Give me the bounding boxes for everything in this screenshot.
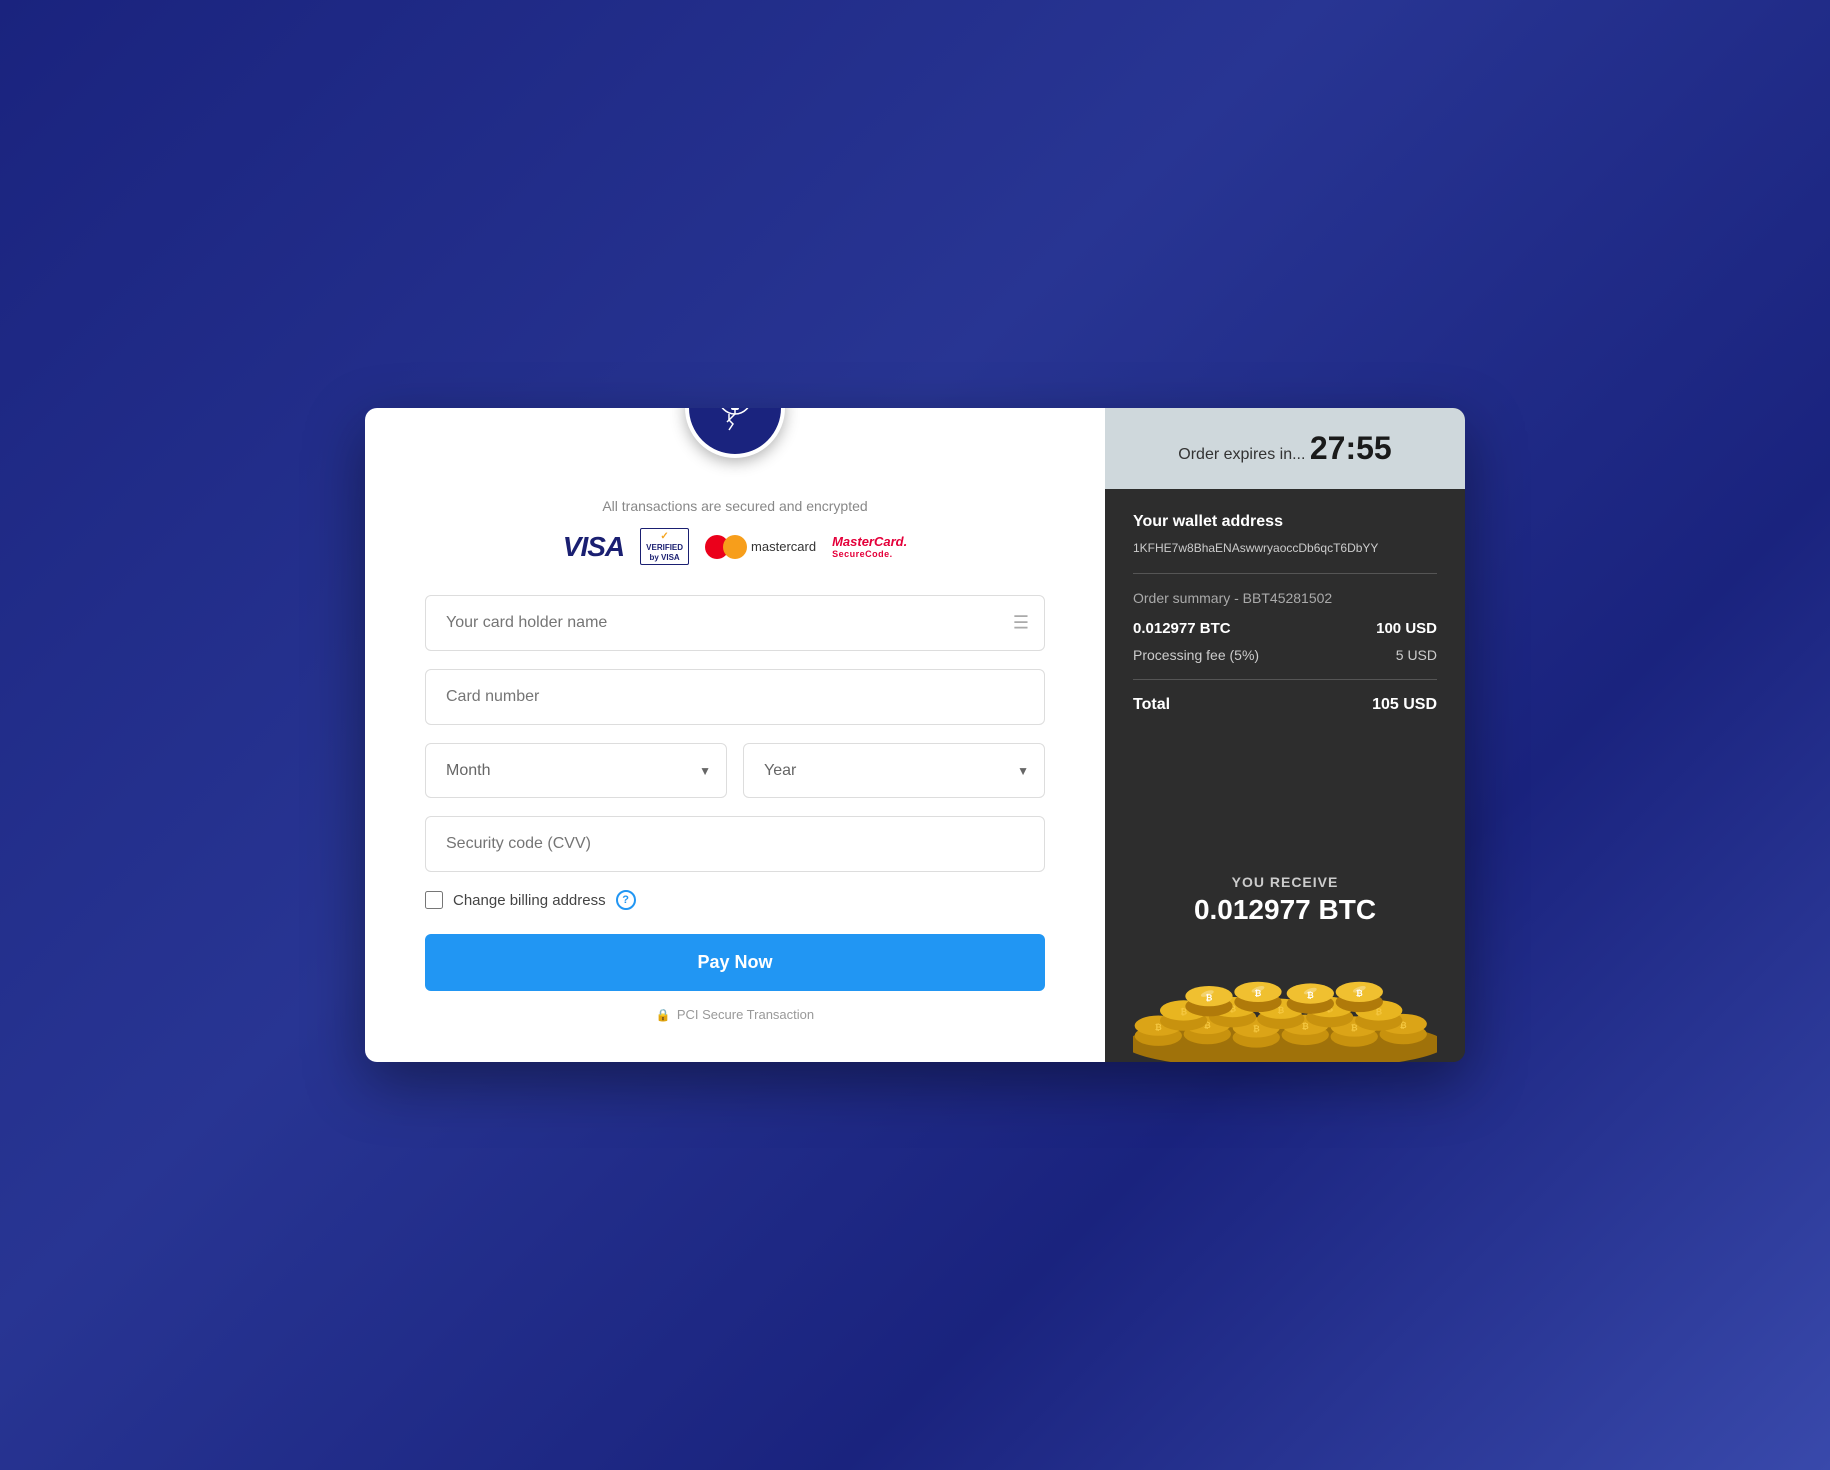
wallet-address: 1KFHE7w8BhaENAswwryaoccDb6qcT6DbYY bbox=[1133, 539, 1437, 557]
billing-label: Change billing address bbox=[453, 892, 606, 909]
svg-text:₿: ₿ bbox=[1253, 1024, 1260, 1034]
mc-orange-circle bbox=[723, 535, 747, 559]
divider-1 bbox=[1133, 573, 1437, 574]
card-id-icon: ☰ bbox=[1013, 613, 1029, 634]
left-panel: All transactions are secured and encrypt… bbox=[365, 408, 1105, 1062]
cvv-group bbox=[425, 816, 1045, 872]
year-wrapper: Year 2024 2025 2026 2027 2028 2029 2030 … bbox=[743, 743, 1045, 798]
fee-value: 5 USD bbox=[1396, 647, 1437, 663]
svg-text:₿: ₿ bbox=[1302, 1021, 1309, 1031]
total-label: Total bbox=[1133, 696, 1170, 714]
fee-label: Processing fee (5%) bbox=[1133, 647, 1259, 663]
cardnumber-input[interactable] bbox=[425, 669, 1045, 725]
btc-usd-value: 100 USD bbox=[1376, 620, 1437, 637]
billing-row: Change billing address ? bbox=[425, 890, 1045, 910]
receive-section: YOU RECEIVE 0.012977 BTC ₿ ₿ bbox=[1105, 854, 1465, 1062]
logo-circle bbox=[685, 408, 785, 458]
mastercard-text: mastercard bbox=[751, 539, 816, 554]
cardholder-input[interactable] bbox=[425, 595, 1045, 651]
pci-label: PCI Secure Transaction bbox=[677, 1007, 814, 1022]
cardholder-input-wrapper: ☰ bbox=[425, 595, 1045, 651]
order-btc-row: 0.012977 BTC 100 USD bbox=[1133, 620, 1437, 637]
receive-label: YOU RECEIVE bbox=[1133, 874, 1437, 890]
coins-svg: ₿ ₿ ₿ ₿ ₿ ₿ bbox=[1133, 942, 1437, 1062]
order-details: Your wallet address 1KFHE7w8BhaENAswwrya… bbox=[1105, 489, 1465, 854]
payment-card: All transactions are secured and encrypt… bbox=[365, 408, 1465, 1062]
expiry-countdown: 27:55 bbox=[1310, 430, 1392, 466]
cvv-input[interactable] bbox=[425, 816, 1045, 872]
divider-2 bbox=[1133, 679, 1437, 680]
month-wrapper: Month 01 02 03 04 05 06 07 08 09 10 11 1… bbox=[425, 743, 727, 798]
svg-text:₿: ₿ bbox=[1155, 1022, 1162, 1032]
expiry-header: Order expires in... 27:55 bbox=[1105, 408, 1465, 489]
expiry-row: Month 01 02 03 04 05 06 07 08 09 10 11 1… bbox=[425, 743, 1045, 798]
btc-amount-label: 0.012977 BTC bbox=[1133, 620, 1231, 637]
total-row: Total 105 USD bbox=[1133, 696, 1437, 714]
total-value: 105 USD bbox=[1372, 696, 1437, 714]
pay-now-button[interactable]: Pay Now bbox=[425, 934, 1045, 991]
cardnumber-group bbox=[425, 669, 1045, 725]
order-summary-label: Order summary - BBT45281502 bbox=[1133, 590, 1437, 606]
lock-icon: 🔒 bbox=[656, 1008, 671, 1022]
mastercard-logo: mastercard bbox=[705, 535, 816, 559]
security-text: All transactions are secured and encrypt… bbox=[602, 498, 867, 514]
pci-badge: 🔒 PCI Secure Transaction bbox=[656, 1007, 814, 1022]
month-select[interactable]: Month 01 02 03 04 05 06 07 08 09 10 11 1… bbox=[425, 743, 727, 798]
right-panel: Order expires in... 27:55 Your wallet ad… bbox=[1105, 408, 1465, 1062]
mastercard-securecode-logo: MasterCard. SecureCode. bbox=[832, 534, 907, 559]
coins-image: ₿ ₿ ₿ ₿ ₿ ₿ bbox=[1133, 942, 1437, 1062]
expiry-label: Order expires in... 27:55 bbox=[1178, 446, 1391, 463]
billing-checkbox[interactable] bbox=[425, 891, 443, 909]
order-fee-row: Processing fee (5%) 5 USD bbox=[1133, 647, 1437, 663]
visa-logo: VISA bbox=[563, 531, 624, 563]
logo-icon bbox=[705, 408, 765, 438]
year-select[interactable]: Year 2024 2025 2026 2027 2028 2029 2030 bbox=[743, 743, 1045, 798]
verified-visa-logo: ✓ VERIFIED by VISA bbox=[640, 528, 689, 565]
receive-amount: 0.012977 BTC bbox=[1133, 894, 1437, 926]
cardholder-group: ☰ bbox=[425, 595, 1045, 651]
wallet-label: Your wallet address bbox=[1133, 513, 1437, 531]
payment-logos: VISA ✓ VERIFIED by VISA mastercard Maste… bbox=[563, 528, 907, 565]
billing-help-icon[interactable]: ? bbox=[616, 890, 636, 910]
